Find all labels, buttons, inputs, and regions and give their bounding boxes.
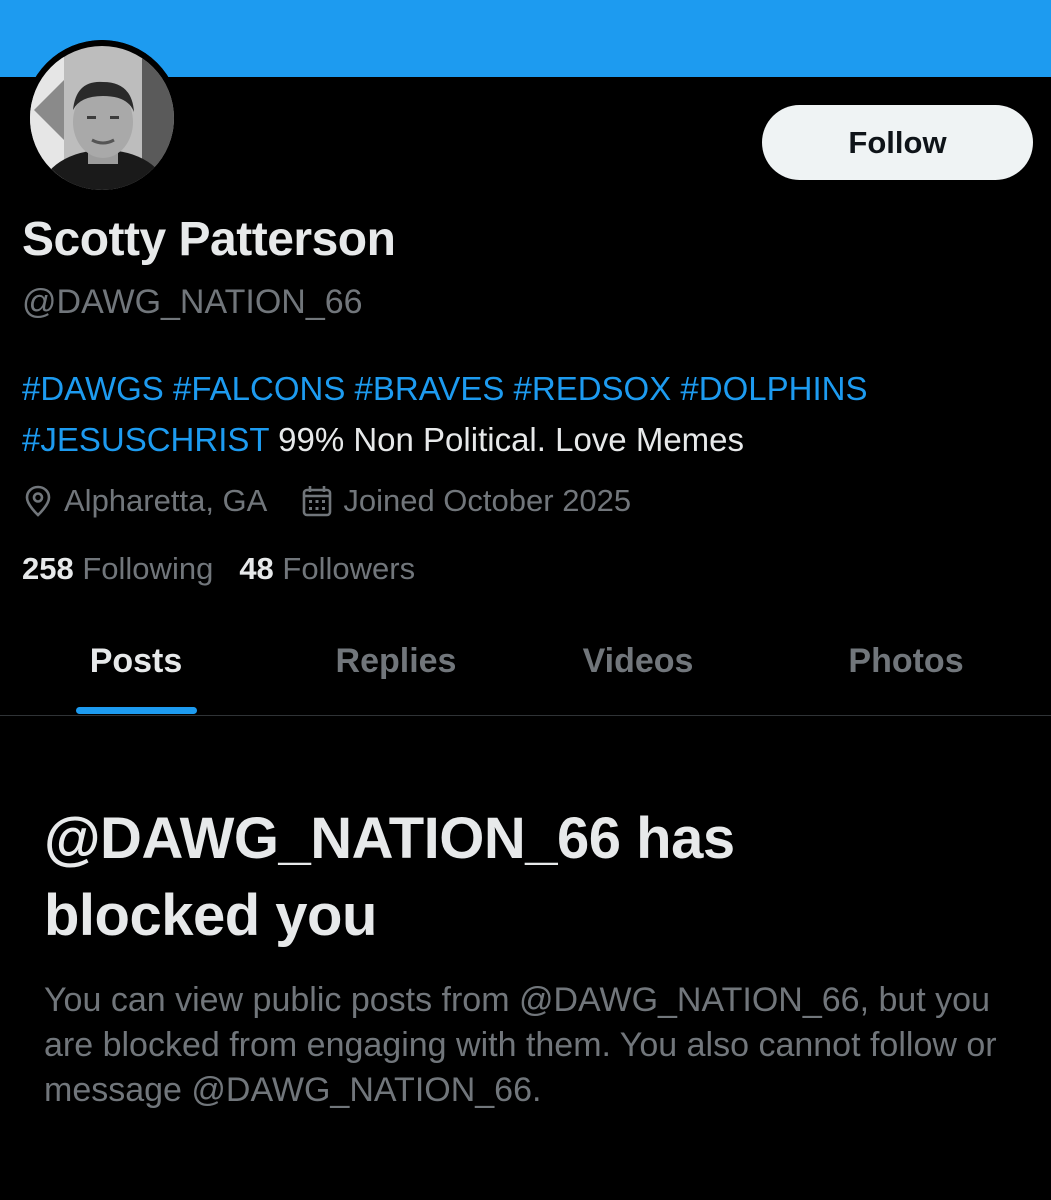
following-label: Following xyxy=(82,551,214,586)
location-text: Alpharetta, GA xyxy=(64,483,268,518)
hashtag-link[interactable]: #FALCONS xyxy=(173,370,345,407)
tab-photos[interactable]: Photos xyxy=(756,615,1051,715)
profile-tabs: Posts Replies Videos Photos xyxy=(0,615,1051,716)
location-pin-icon xyxy=(22,484,54,518)
calendar-icon xyxy=(301,484,333,518)
tab-videos[interactable]: Videos xyxy=(520,615,756,715)
avatar-photo xyxy=(24,40,180,196)
blocked-message: You can view public posts from @DAWG_NAT… xyxy=(44,981,997,1109)
followers-label: Followers xyxy=(282,551,416,586)
follow-stats: 258 Following 48 Followers xyxy=(22,551,415,587)
display-name: Scotty Patterson xyxy=(22,213,396,266)
followers-count: 48 xyxy=(239,551,274,586)
profile-bio: #DAWGS #FALCONS #BRAVES #REDSOX #DOLPHIN… xyxy=(22,363,1032,465)
followers-link[interactable]: 48 Followers xyxy=(239,551,415,587)
hashtag-link[interactable]: #DAWGS xyxy=(22,370,164,407)
tab-replies[interactable]: Replies xyxy=(272,615,520,715)
tab-posts[interactable]: Posts xyxy=(0,615,272,715)
hashtag-link[interactable]: #BRAVES xyxy=(355,370,505,407)
joined-text: Joined October 2025 xyxy=(343,483,632,518)
following-count: 258 xyxy=(22,551,74,586)
tab-label: Replies xyxy=(335,642,457,680)
tab-label: Videos xyxy=(582,642,694,680)
active-tab-indicator xyxy=(76,707,197,714)
profile-meta: Alpharetta, GA Joined October 2025 xyxy=(22,480,631,522)
tab-label: Posts xyxy=(89,642,183,680)
avatar[interactable] xyxy=(24,40,180,196)
follow-button[interactable]: Follow xyxy=(762,105,1033,180)
tab-label: Photos xyxy=(848,642,964,680)
location-item: Alpharetta, GA xyxy=(22,483,267,519)
following-link[interactable]: 258 Following xyxy=(22,551,213,587)
hashtag-link[interactable]: #REDSOX xyxy=(514,370,672,407)
joined-item: Joined October 2025 xyxy=(301,483,631,519)
hashtag-link[interactable]: #JESUSCHRIST xyxy=(22,421,269,458)
blocked-title: @DAWG_NATION_66 has blocked you xyxy=(44,806,735,948)
bio-text: 99% Non Political. Love Memes xyxy=(278,421,745,458)
hashtag-link[interactable]: #DOLPHINS xyxy=(680,370,867,407)
profile-handle: @DAWG_NATION_66 xyxy=(22,283,363,321)
